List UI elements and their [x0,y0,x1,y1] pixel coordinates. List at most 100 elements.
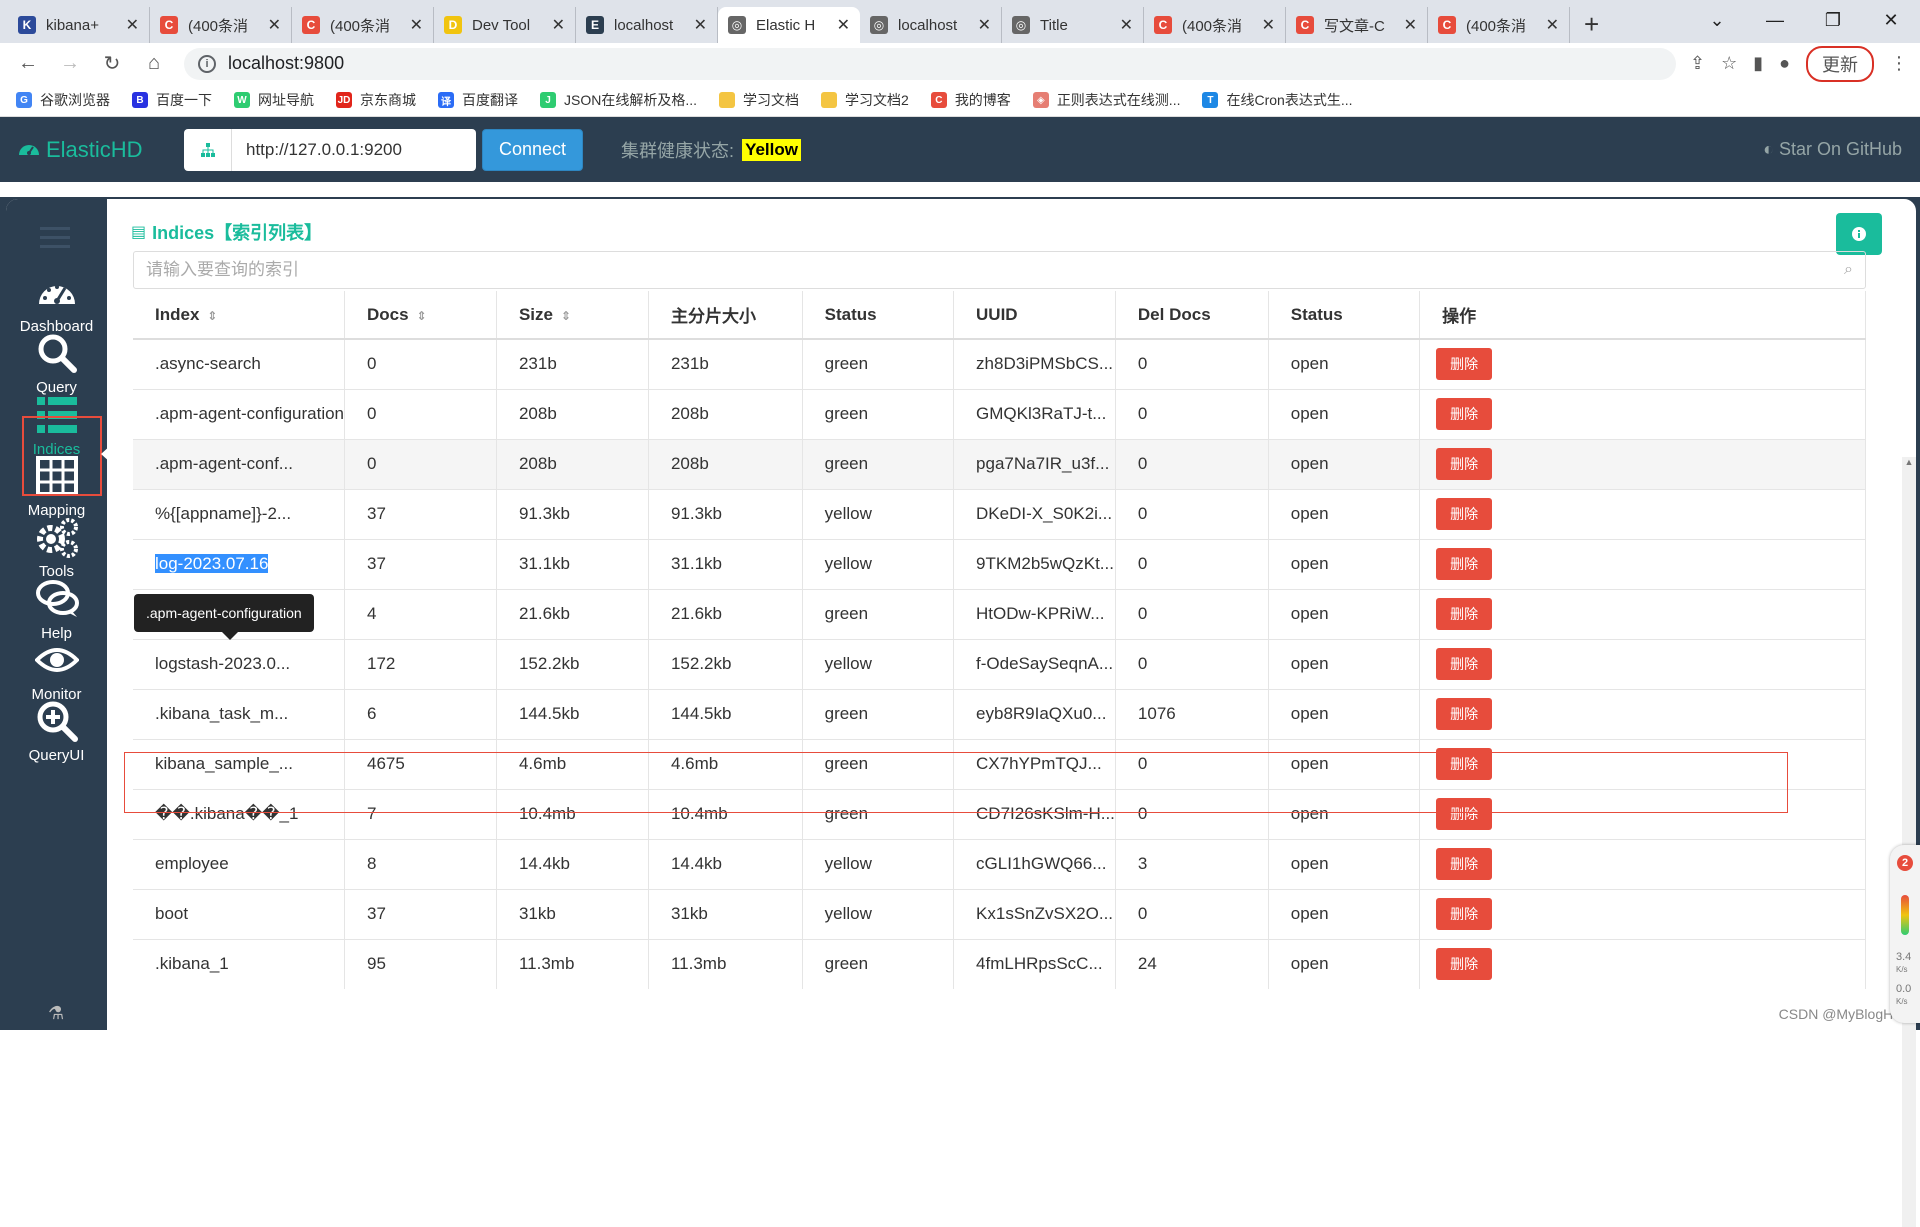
cell-index[interactable]: .apm-agent-configuration [133,388,346,439]
browser-tab[interactable]: ◎ localhost ✕ [860,7,1002,43]
bookmark-item[interactable]: B 百度一下 [132,90,212,110]
sort-icon[interactable]: ⇕ [417,309,427,323]
browser-tab[interactable]: Elocalhost ✕ [576,7,718,43]
cluster-health-label: 集群健康状态: [621,140,735,161]
delete-button[interactable]: 删除 [1436,498,1493,530]
cell-index[interactable]: kibana_sample_... [133,738,346,789]
bookmark-item[interactable]: ◈ 正则表达式在线测... [1032,90,1180,110]
cell-text: 6 [367,704,377,723]
sidebar-item-queryui[interactable]: QueryUI [6,692,107,764]
connect-button[interactable]: Connect [482,128,584,171]
bookmark-item[interactable]: J JSON在线解析及格... [540,90,697,110]
tab-close-icon[interactable]: ✕ [410,15,423,35]
profile-avatar-icon[interactable]: ● [1779,53,1790,74]
cell-index[interactable]: .kibana_task_m... [133,688,346,739]
tab-close-icon[interactable]: ✕ [694,15,707,35]
bookmark-star-icon[interactable]: ☆ [1721,53,1737,74]
info-button[interactable] [1836,213,1882,255]
tab-close-icon[interactable]: ✕ [837,15,850,35]
tab-favicon-icon: D [444,16,462,34]
tab-close-icon[interactable]: ✕ [1546,15,1559,35]
tab-close-icon[interactable]: ✕ [268,15,281,35]
delete-button[interactable]: 删除 [1436,698,1493,730]
cell-index[interactable]: employee [133,838,346,889]
back-button[interactable]: ← [12,48,44,80]
browser-tab[interactable]: C (400条消 ✕ [1428,7,1570,43]
delete-button[interactable]: 删除 [1436,398,1493,430]
cell-index[interactable]: log-2023.07.16 [133,538,346,589]
browser-tab[interactable]: Kkibana+ ✕ [8,7,150,43]
minimize-button[interactable]: — [1746,0,1804,40]
share-icon[interactable]: ⇪ [1690,53,1705,74]
cell-index[interactable]: %{[appname]}-2... [133,488,346,539]
close-window-button[interactable]: ✕ [1862,0,1920,40]
delete-button[interactable]: 删除 [1436,848,1493,880]
page-scrollbar[interactable]: ▲ [1902,457,1916,1227]
bookmark-item[interactable]: 译百度翻译 [438,90,518,110]
browser-tab[interactable]: ◎ Elastic H ✕ [718,7,860,43]
host-input[interactable] [232,128,476,171]
tab-close-icon[interactable]: ✕ [1404,15,1417,35]
delete-button[interactable]: 删除 [1436,448,1493,480]
browser-tab[interactable]: C (400条消 ✕ [150,7,292,43]
column-header-label: 操作 [1442,307,1477,326]
sort-icon[interactable]: ⇕ [207,309,217,323]
tab-close-icon[interactable]: ✕ [1262,15,1275,35]
delete-button[interactable]: 删除 [1436,948,1493,981]
cell-text: open [1290,654,1329,673]
cell-index[interactable]: ��.kibana��_1 [133,788,346,839]
site-info-icon[interactable]: i [198,54,216,73]
column-header[interactable]: Index ⇕ [133,291,346,340]
tab-close-icon[interactable]: ✕ [978,15,991,35]
tab-close-icon[interactable]: ✕ [126,15,139,35]
bookmark-item[interactable]: G 谷歌浏览器 [16,90,110,110]
tab-search-icon[interactable]: ⌄ [1688,0,1746,40]
bookmark-item[interactable]: JD 京东商城 [336,90,416,110]
cell-index[interactable]: .kibana_1 [133,938,346,989]
browser-tab[interactable]: ◎ Title ✕ [1002,7,1144,43]
sort-icon[interactable]: ⇕ [561,309,571,323]
browser-menu-icon[interactable]: ⋮ [1890,53,1908,74]
delete-button[interactable]: 删除 [1436,348,1493,381]
bookmark-item[interactable]: C 我的博客 [930,90,1011,110]
sidepanel-icon[interactable]: ▮ [1753,53,1763,74]
delete-button[interactable]: 删除 [1436,548,1493,580]
tab-close-icon[interactable]: ✕ [552,15,565,35]
delete-button[interactable]: 删除 [1436,648,1493,680]
column-header[interactable]: Size ⇕ [496,291,649,340]
url-input[interactable]: i localhost:9800 [184,47,1676,80]
browser-tab[interactable]: D Dev Tool ✕ [434,7,576,43]
home-button[interactable]: ⌂ [138,48,170,80]
scroll-up-icon[interactable]: ▲ [1902,457,1916,473]
forward-button[interactable]: → [54,48,86,80]
cell-index[interactable]: .apm-agent-conf... [133,438,346,489]
bookmark-item[interactable]: T 在线Cron表达式生... [1202,90,1353,110]
bookmark-item[interactable]: 学习文档2 [821,90,909,110]
restore-button[interactable]: ❐ [1804,0,1862,40]
menu-toggle-icon[interactable] [40,227,70,254]
cell-index[interactable]: .async-search [133,338,346,389]
tab-close-icon[interactable]: ✕ [1120,15,1133,35]
delete-button[interactable]: 删除 [1436,598,1493,630]
search-icon[interactable]: ⌕ [1844,261,1853,279]
delete-button[interactable]: 删除 [1436,798,1493,830]
reload-button[interactable]: ↻ [96,48,128,80]
github-link[interactable]: ◐ Star On GitHub [1763,139,1902,160]
cell-size: 208b [496,388,649,439]
update-button[interactable]: 更新 [1806,45,1874,82]
delete-button[interactable]: 删除 [1436,748,1493,780]
network-speed-widget[interactable]: 2 3.4 K/s 0.0 K/s [1890,845,1920,1023]
bookmark-icon [719,92,736,108]
delete-button[interactable]: 删除 [1436,898,1493,930]
bookmark-item[interactable]: W 网址导航 [234,90,314,110]
browser-tab[interactable]: C 写文章-C ✕ [1286,7,1428,43]
new-tab-button[interactable]: + [1584,7,1599,43]
cell-index[interactable]: boot [133,888,346,939]
brand[interactable]: ElasticHD [18,137,184,163]
browser-tab[interactable]: C (400条消 ✕ [1144,7,1286,43]
bookmark-item[interactable]: 学习文档 [719,90,799,110]
index-search-input[interactable] [146,260,1845,280]
browser-tab[interactable]: C (400条消 ✕ [292,7,434,43]
column-header[interactable]: Docs ⇕ [344,291,497,340]
cell-index[interactable]: logstash-2023.0... [133,638,346,689]
